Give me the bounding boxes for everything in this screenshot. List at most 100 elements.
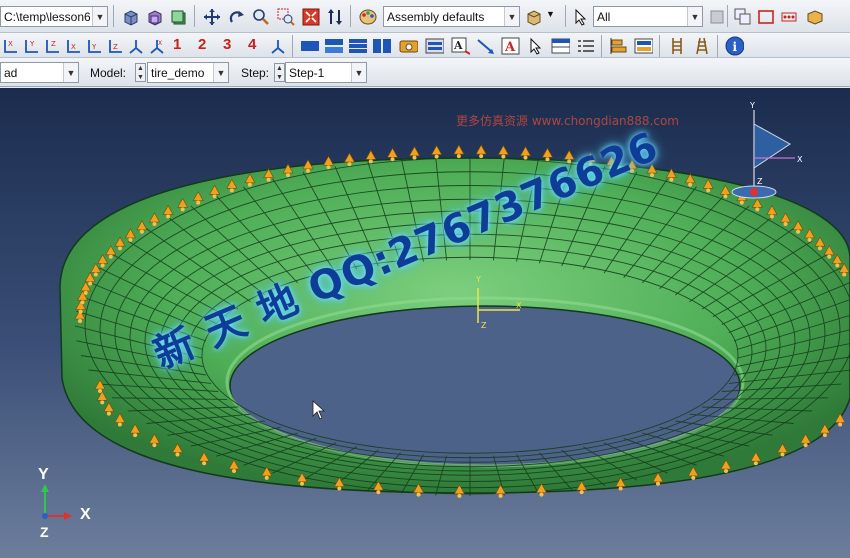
model-select-value: tire_demo <box>151 65 205 80</box>
chevron-down-icon: ▼ <box>504 7 519 26</box>
svg-text:Z: Z <box>51 40 56 48</box>
csys-yx-icon[interactable]: Y <box>21 36 40 55</box>
chevron-down-icon[interactable]: ▼ <box>546 9 555 19</box>
svg-text:X: X <box>516 301 522 310</box>
viewport-options-icon[interactable] <box>425 36 444 55</box>
view-toolbar: X Y Z X Y Z X 1 2 3 4 A A i <box>0 33 850 58</box>
tire-mesh[interactable]: Y X Z Y X Z <box>0 88 850 558</box>
svg-text:X: X <box>797 155 803 164</box>
step-label: Step: <box>241 66 270 80</box>
ladder-2-icon[interactable] <box>692 36 711 55</box>
svg-text:Y: Y <box>91 43 97 51</box>
load-marker-icon <box>475 144 487 159</box>
grey-select-icon[interactable] <box>707 7 726 26</box>
node-select-icon[interactable] <box>780 7 799 26</box>
pan-icon[interactable] <box>202 7 221 26</box>
context-bar: ad ▼ Model: ▲ ▼ tire_demo ▼ Step: ▲ ▼ Step… <box>0 58 850 87</box>
path-select[interactable]: C:\temp\lesson6 ▼ <box>0 6 108 27</box>
load-marker-icon <box>431 144 443 159</box>
selection-filter-select[interactable]: All ▼ <box>593 6 703 27</box>
svg-text:X: X <box>8 40 13 48</box>
chevron-down-icon: ▼ <box>92 7 107 26</box>
align-left-icon[interactable] <box>609 36 628 55</box>
chevron-down-icon: ▼ <box>213 63 228 82</box>
axis-label-y: Y <box>38 466 49 483</box>
text-box-icon[interactable]: A <box>501 36 520 55</box>
step-3-button[interactable]: 3 <box>223 36 231 53</box>
text-annotation-icon[interactable]: A <box>451 36 470 55</box>
model-spinner[interactable]: ▲ ▼ <box>135 63 146 82</box>
query-pointer-icon[interactable] <box>526 36 545 55</box>
svg-text:A: A <box>453 39 463 52</box>
svg-text:Y: Y <box>749 101 755 110</box>
layout-1-icon[interactable] <box>300 36 319 55</box>
load-marker-icon <box>453 144 465 159</box>
chevron-down-icon: ▼ <box>63 63 78 82</box>
svg-text:Z: Z <box>757 177 763 186</box>
fit-view-icon[interactable] <box>301 7 320 26</box>
module-select[interactable]: ad ▼ <box>0 62 79 83</box>
info-icon[interactable]: i <box>725 36 744 55</box>
axis-label-z: Z <box>40 524 49 540</box>
step-1-button[interactable]: 1 <box>173 36 181 53</box>
arrow-annotation-icon[interactable] <box>476 36 495 55</box>
load-marker-icon <box>519 146 532 160</box>
svg-text:X: X <box>71 43 76 51</box>
selection-filter-value: All <box>597 9 611 24</box>
chevron-down-icon: ▼ <box>351 63 366 82</box>
render-defaults-select[interactable]: Assembly defaults ▼ <box>383 6 520 27</box>
box-zoom-icon[interactable] <box>276 7 295 26</box>
csys-iso-icon[interactable] <box>126 36 145 55</box>
step-select-value: Step-1 <box>289 65 325 80</box>
csys-yz-icon[interactable]: Y <box>84 36 103 55</box>
csys-xy-icon[interactable]: X <box>0 36 19 55</box>
global-axes-icon <box>41 484 72 520</box>
module-select-value: ad <box>4 65 18 80</box>
csys-zy-icon[interactable]: Z <box>105 36 124 55</box>
csys-iso2-icon[interactable]: X <box>147 36 166 55</box>
viewport-canvas[interactable]: Y X Z Y X Z 更多仿真资源 www.chongdian888.com … <box>0 88 850 558</box>
rotate-icon[interactable] <box>227 7 246 26</box>
csys-xz-icon[interactable]: X <box>63 36 82 55</box>
svg-text:Z: Z <box>481 321 487 330</box>
camera-icon[interactable] <box>399 36 418 55</box>
model-label: Model: <box>90 66 127 80</box>
layout-2-icon[interactable] <box>324 36 343 55</box>
step-select[interactable]: Step-1 ▼ <box>285 62 367 83</box>
front-view-icon[interactable] <box>145 7 164 26</box>
step-4-button[interactable]: 4 <box>248 36 256 53</box>
svg-text:A: A <box>504 40 516 55</box>
part-instance-icon[interactable] <box>524 7 543 26</box>
csys-triad-icon[interactable] <box>268 36 287 55</box>
load-marker-icon <box>408 146 421 160</box>
csys-zx-icon[interactable]: Z <box>42 36 61 55</box>
ladder-icon[interactable] <box>667 36 686 55</box>
select-arrow-icon[interactable] <box>571 7 590 26</box>
list-view-icon[interactable] <box>576 36 595 55</box>
axis-label-x: X <box>80 506 91 523</box>
copy-select-icon[interactable] <box>733 7 752 26</box>
svg-text:i: i <box>733 40 738 54</box>
cell-select-icon[interactable] <box>805 7 824 26</box>
layout-4-icon[interactable] <box>372 36 391 55</box>
grid-icon[interactable] <box>634 36 653 55</box>
load-marker-icon <box>497 144 509 159</box>
chevron-down-icon: ▼ <box>687 7 702 26</box>
render-defaults-value: Assembly defaults <box>387 9 485 24</box>
model-select[interactable]: tire_demo ▼ <box>147 62 229 83</box>
box-select-icon[interactable] <box>756 7 775 26</box>
main-toolbar: C:\temp\lesson6 ▼ Assembly defaults ▼ ▼ <box>0 0 850 33</box>
zoom-icon[interactable] <box>251 7 270 26</box>
table-icon[interactable] <box>551 36 570 55</box>
reference-point-icon: Y X Z <box>731 101 803 199</box>
iso-view-icon[interactable] <box>121 7 140 26</box>
layout-3-icon[interactable] <box>348 36 367 55</box>
step-spinner[interactable]: ▲ ▼ <box>274 63 285 82</box>
render-style-icon[interactable] <box>358 7 377 26</box>
path-select-value: C:\temp\lesson6 <box>4 9 91 24</box>
svg-text:Y: Y <box>29 40 35 48</box>
svg-text:X: X <box>158 40 162 47</box>
side-view-icon[interactable] <box>169 7 188 26</box>
cycle-views-icon[interactable] <box>325 7 344 26</box>
step-2-button[interactable]: 2 <box>198 36 206 53</box>
